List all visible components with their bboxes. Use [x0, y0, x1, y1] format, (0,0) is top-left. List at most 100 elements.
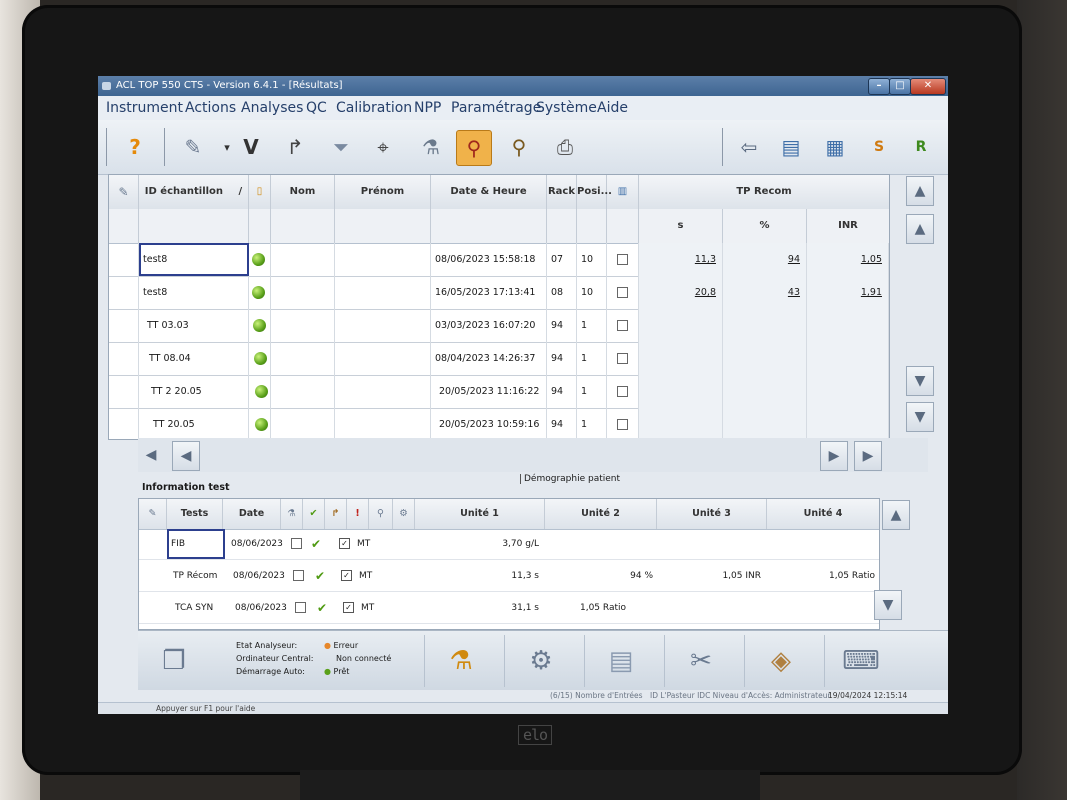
report-checkbox[interactable]	[607, 408, 639, 439]
prenom-cell[interactable]	[335, 342, 431, 375]
tp-pct-value[interactable]	[723, 375, 807, 408]
report-checkbox[interactable]	[607, 243, 639, 276]
sample-id-cell[interactable]: test8	[139, 243, 249, 276]
rack-cell[interactable]: 07	[547, 243, 577, 276]
test-name-cell[interactable]: TCA SYN	[171, 593, 229, 623]
position-cell[interactable]: 10	[577, 243, 607, 276]
col-prenom[interactable]: Prénom	[335, 175, 431, 209]
report-checkbox[interactable]	[607, 276, 639, 309]
scroll-top-button[interactable]: ▲	[906, 176, 934, 206]
scroll-first-button[interactable]: ◀	[172, 441, 200, 471]
flask-checkbox[interactable]	[287, 529, 307, 559]
redo-icon[interactable]: ↱	[278, 130, 312, 164]
prenom-cell[interactable]	[335, 276, 431, 309]
scroll-last-button[interactable]: ▶	[820, 441, 848, 471]
menu-analyses[interactable]: Analyses	[241, 100, 303, 116]
scroll-bottom-button[interactable]: ▼	[906, 402, 934, 432]
rack-cell[interactable]: 94	[547, 375, 577, 408]
info-test-row[interactable]: TCA SYN 08/06/2023 ✔ ✓ MT 31,1 s 1,05 Ra…	[139, 593, 879, 624]
tp-inr-value[interactable]	[807, 408, 889, 439]
rack-cell[interactable]: 94	[547, 309, 577, 342]
col-date[interactable]: Date	[223, 499, 281, 529]
table-row[interactable]: TT 2 20.05 20/05/2023 11:16:22 94 1	[109, 375, 889, 409]
position-cell[interactable]: 1	[577, 309, 607, 342]
nom-cell[interactable]	[271, 276, 335, 309]
maintenance-tools-icon[interactable]: ✂	[664, 635, 737, 687]
sample-id-cell[interactable]: TT 08.04	[139, 342, 249, 375]
tp-inr-value[interactable]	[807, 342, 889, 375]
edit-icon[interactable]: ✎	[176, 130, 210, 164]
menu-aide[interactable]: Aide	[597, 100, 628, 116]
reagent-icon[interactable]: ⚗	[414, 130, 448, 164]
date-cell[interactable]: 03/03/2023 16:07:20	[431, 309, 547, 342]
prenom-cell[interactable]	[335, 243, 431, 276]
validate-icon[interactable]: V	[234, 130, 268, 164]
help-icon[interactable]: ?	[118, 130, 152, 164]
scroll-left-icon[interactable]: ◀	[138, 441, 164, 469]
patient-search-icon[interactable]: ⚲	[502, 130, 536, 164]
sample-id-cell[interactable]: TT 20.05	[139, 408, 249, 439]
test-name-cell[interactable]: FIB	[167, 529, 225, 559]
col-tp-recom[interactable]: TP Recom	[639, 175, 889, 209]
info-scroll-up-button[interactable]: ▲	[882, 500, 910, 530]
filter-icon[interactable]: ⏷	[324, 130, 358, 164]
network-computer-icon[interactable]: ⌨	[824, 635, 897, 687]
col-tp-pct[interactable]: %	[723, 209, 807, 243]
nom-cell[interactable]	[271, 408, 335, 439]
r-report-icon[interactable]: R	[904, 130, 938, 164]
rerun-checkbox[interactable]: ✓	[339, 593, 359, 623]
maximize-button[interactable]: □	[889, 78, 911, 95]
print-icon[interactable]: ⎙	[548, 130, 582, 164]
position-cell[interactable]: 1	[577, 408, 607, 439]
list-icon[interactable]: ▤	[774, 130, 808, 164]
report-checkbox[interactable]	[607, 309, 639, 342]
sample-id-cell[interactable]: TT 03.03	[139, 309, 249, 342]
table-row[interactable]: test8 08/06/2023 15:58:18 07 10 11,3 94 …	[109, 243, 889, 277]
menu-parametrage[interactable]: Paramétrage	[451, 100, 541, 116]
scroll-page-up-button[interactable]: ▲	[906, 214, 934, 244]
results-ledger-icon[interactable]: ▤	[584, 635, 657, 687]
tab-demographie-patient[interactable]: Démographie patient	[520, 474, 620, 484]
tp-pct-value[interactable]	[723, 309, 807, 342]
table-row[interactable]: TT 08.04 08/04/2023 14:26:37 94 1	[109, 342, 889, 376]
tp-s-value[interactable]: 11,3	[639, 243, 723, 276]
rack-cell[interactable]: 94	[547, 342, 577, 375]
column-chooser-icon[interactable]: ✎	[109, 175, 139, 209]
prenom-cell[interactable]	[335, 375, 431, 408]
date-cell[interactable]: 20/05/2023 11:16:22	[431, 375, 547, 408]
tp-pct-value[interactable]: 94	[723, 243, 807, 276]
col-nom[interactable]: Nom	[271, 175, 335, 209]
report-checkbox[interactable]	[607, 375, 639, 408]
menu-systeme[interactable]: Système	[536, 100, 597, 116]
col-rack[interactable]: Rack	[547, 175, 577, 209]
rerun-checkbox[interactable]: ✓	[337, 561, 357, 591]
col-id-echantillon[interactable]: ID échantillon /	[139, 175, 249, 209]
binoculars-icon[interactable]: ⌖	[366, 130, 400, 164]
date-cell[interactable]: 08/04/2023 14:26:37	[431, 342, 547, 375]
sample-search-icon[interactable]: ⚲	[456, 130, 492, 166]
menu-qc[interactable]: QC	[306, 100, 327, 116]
tp-s-value[interactable]	[639, 375, 723, 408]
date-cell[interactable]: 16/05/2023 17:13:41	[431, 276, 547, 309]
tp-pct-value[interactable]: 43	[723, 276, 807, 309]
scroll-page-down-button[interactable]: ▼	[906, 366, 934, 396]
menu-calibration[interactable]: Calibration	[336, 100, 412, 116]
sample-id-cell[interactable]: test8	[139, 276, 249, 309]
tp-inr-value[interactable]: 1,05	[807, 243, 889, 276]
menu-instrument[interactable]: Instrument	[106, 100, 183, 116]
col-unite-1[interactable]: Unité 1	[415, 499, 545, 529]
info-scroll-down-button[interactable]: ▼	[874, 590, 902, 620]
col-date-heure[interactable]: Date & Heure	[431, 175, 547, 209]
report-checkbox[interactable]	[607, 342, 639, 375]
tp-pct-value[interactable]	[723, 408, 807, 439]
rack-cell[interactable]: 94	[547, 408, 577, 439]
col-position[interactable]: Posi...	[577, 175, 612, 209]
close-button[interactable]: ✕	[910, 78, 946, 95]
info-test-row[interactable]: TP Récom 08/06/2023 ✔ ✓ MT 11,3 s 94 % 1…	[139, 561, 879, 592]
col-unite-3[interactable]: Unité 3	[657, 499, 767, 529]
scroll-right-button[interactable]: ▶	[854, 441, 882, 471]
position-cell[interactable]: 10	[577, 276, 607, 309]
table-row[interactable]: TT 03.03 03/03/2023 16:07:20 94 1	[109, 309, 889, 343]
col-unite-4[interactable]: Unité 4	[767, 499, 879, 529]
rack-cell[interactable]: 08	[547, 276, 577, 309]
